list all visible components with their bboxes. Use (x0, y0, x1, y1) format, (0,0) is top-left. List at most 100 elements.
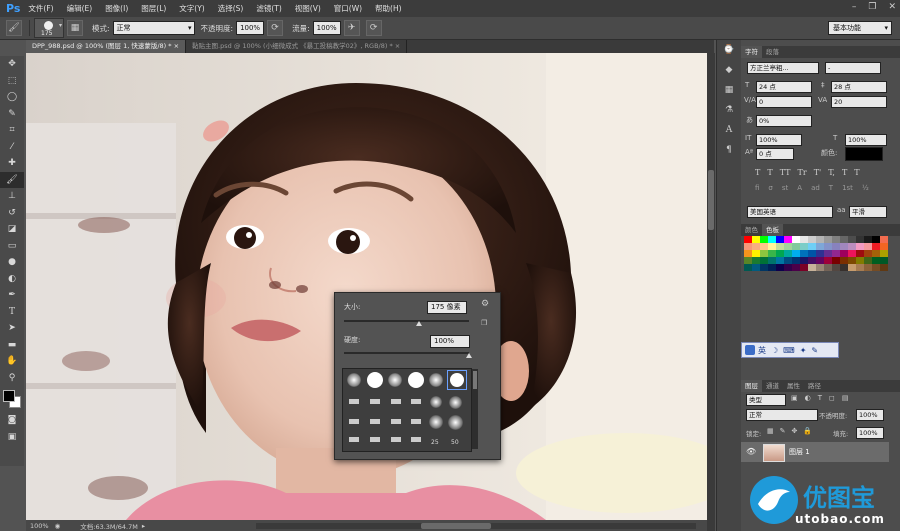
color-swatch[interactable] (792, 250, 800, 257)
color-swatch[interactable] (864, 257, 872, 264)
brush-tip-grid[interactable]: 25 50 (342, 368, 472, 452)
color-swatch[interactable] (824, 250, 832, 257)
tracking-field[interactable]: 20 (831, 96, 887, 108)
color-swatch[interactable] (744, 257, 752, 264)
airbrush-icon[interactable]: ✈ (343, 20, 360, 36)
color-swatch[interactable] (744, 243, 752, 250)
fill-field[interactable]: 100% (856, 427, 884, 439)
lock-pixels-icon[interactable]: ▦ (767, 427, 774, 435)
hardness-slider[interactable] (344, 352, 469, 354)
opacity-field[interactable]: 100% (236, 21, 265, 35)
color-swatch[interactable] (816, 250, 824, 257)
opentype-button[interactable]: T (829, 184, 833, 192)
antialias-select[interactable]: 平滑 (849, 206, 887, 218)
color-swatch[interactable] (832, 257, 840, 264)
faux-italic-button[interactable]: T (767, 168, 772, 177)
shape-filter-icon[interactable]: ◻ (829, 394, 835, 402)
brush-icon[interactable]: 🖌 (0, 171, 24, 188)
zoom-icon[interactable]: ⚲ (0, 370, 24, 387)
color-swatch[interactable] (800, 243, 808, 250)
toggle-brush-panel-icon[interactable]: ▦ (67, 20, 83, 36)
color-swatch[interactable] (792, 257, 800, 264)
menu-edit[interactable]: 编辑(E) (67, 3, 93, 14)
color-swatch[interactable] (760, 257, 768, 264)
vertical-scroll-thumb[interactable] (708, 170, 714, 230)
brush-tip-soft[interactable] (347, 373, 361, 387)
brush-tip-bristle[interactable] (411, 419, 421, 424)
minimize-button[interactable]: – (852, 2, 857, 12)
tab-channels[interactable]: 通道 (762, 380, 783, 392)
color-swatch[interactable] (744, 250, 752, 257)
hardness-slider-knob[interactable] (466, 353, 472, 358)
color-swatch[interactable] (800, 236, 808, 243)
mode-select[interactable]: 正常 ▾ (112, 21, 195, 35)
opentype-button[interactable]: fi (755, 184, 759, 192)
color-swatch[interactable] (768, 264, 776, 271)
color-swatch[interactable] (808, 243, 816, 250)
pressure-opacity-icon[interactable]: ⟳ (267, 20, 284, 36)
brush-preset-picker[interactable]: 175 ▾ (34, 18, 64, 38)
brush-tip-bristle[interactable] (411, 399, 421, 404)
kerning-field[interactable]: 0 (756, 96, 812, 108)
brush-size-field[interactable]: 175 像素 (427, 301, 467, 314)
color-swatch[interactable] (840, 264, 848, 271)
color-swatch[interactable] (768, 243, 776, 250)
flow-field[interactable]: 100% (312, 21, 341, 35)
settings-icon[interactable]: ✦ (800, 346, 807, 355)
tab-paths[interactable]: 路径 (804, 380, 825, 392)
path-select-icon[interactable]: ➤ (0, 320, 24, 337)
layer-filter-select[interactable]: 类型 (746, 394, 786, 406)
brush-tip-soft[interactable] (429, 373, 443, 387)
paragraph-panel-icon[interactable]: ¶ (717, 140, 741, 160)
tab-character[interactable]: 字符 (741, 46, 762, 58)
eraser-icon[interactable]: ◪ (0, 221, 24, 238)
blur-icon[interactable]: ● (0, 254, 24, 271)
brush-tip-bristle[interactable] (411, 437, 421, 442)
brush-tip-selected[interactable] (447, 370, 467, 390)
opentype-button[interactable]: A (797, 184, 802, 192)
color-swatch[interactable] (784, 243, 792, 250)
subscript-button[interactable]: T, (828, 168, 835, 177)
menu-window[interactable]: 窗口(W) (334, 3, 362, 14)
color-swatch[interactable] (856, 250, 864, 257)
horizontal-scale-field[interactable]: 100% (845, 134, 887, 146)
brush-tool-preset-icon[interactable]: 🖌 (6, 20, 22, 36)
color-swatch[interactable] (808, 236, 816, 243)
brush-panel-icon[interactable]: ▦ (717, 80, 741, 100)
brush-tip-bristle[interactable] (349, 419, 359, 424)
status-info-icon[interactable]: ◉ (55, 522, 61, 530)
tsume-field[interactable]: 0% (756, 115, 812, 127)
horizontal-scrollbar[interactable] (256, 522, 696, 529)
brush-tip-bristle[interactable] (349, 437, 359, 442)
document-tab-active[interactable]: DPP_988.psd @ 100% (图层 1, 快速蒙版/8) * × (26, 40, 187, 53)
color-swatch[interactable] (880, 257, 888, 264)
color-swatch[interactable] (760, 236, 768, 243)
color-swatch[interactable] (792, 264, 800, 271)
color-swatch[interactable] (816, 264, 824, 271)
color-swatch[interactable] (832, 250, 840, 257)
color-swatch[interactable] (760, 250, 768, 257)
chevron-right-icon[interactable]: ▸ (142, 522, 145, 530)
color-swatch[interactable] (872, 243, 880, 250)
color-swatch[interactable] (840, 243, 848, 250)
color-swatch[interactable] (784, 257, 792, 264)
color-swatch[interactable] (832, 236, 840, 243)
menu-view[interactable]: 视图(V) (295, 3, 321, 14)
color-swatch[interactable] (776, 257, 784, 264)
color-swatch[interactable] (760, 264, 768, 271)
menu-image[interactable]: 图像(I) (105, 3, 128, 14)
language-select[interactable]: 美国英语 (747, 206, 833, 218)
color-swatch[interactable] (848, 236, 856, 243)
pen-icon[interactable]: ✒ (0, 287, 24, 304)
keyboard-icon[interactable]: ⌨ (783, 346, 795, 355)
swatch-grid[interactable] (744, 236, 890, 288)
workspace-select[interactable]: 基本功能 ▾ (828, 21, 892, 35)
close-button[interactable]: ✕ (888, 2, 896, 12)
menu-type[interactable]: 文字(Y) (179, 3, 204, 14)
color-swatch[interactable] (848, 264, 856, 271)
baseline-field[interactable]: 0 点 (756, 148, 794, 160)
brush-tip-bristle[interactable] (391, 437, 401, 442)
vertical-scrollbar[interactable] (707, 53, 715, 531)
color-swatch[interactable] (776, 243, 784, 250)
menu-file[interactable]: 文件(F) (28, 3, 53, 14)
